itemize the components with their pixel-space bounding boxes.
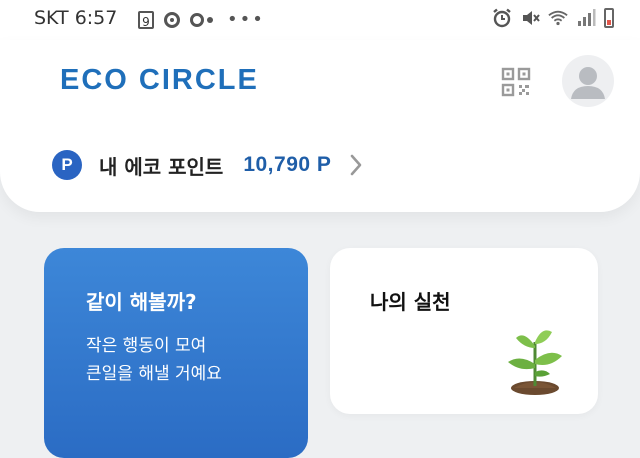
together-card[interactable]: 같이 해볼까? 작은 행동이 모여 큰일을 해낼 거예요 bbox=[44, 248, 308, 458]
points-value: 10,790 P bbox=[243, 153, 332, 176]
mute-icon bbox=[523, 11, 540, 25]
points-label: 내 에코 포인트 bbox=[99, 154, 224, 179]
status-bar: SKT 6:57 9 ••• bbox=[0, 0, 640, 40]
more-dots-icon: ••• bbox=[227, 9, 265, 30]
person-icon bbox=[571, 67, 605, 99]
link-icon bbox=[190, 12, 213, 27]
signal-icon bbox=[578, 9, 596, 26]
together-title: 같이 해볼까? bbox=[86, 290, 197, 314]
points-badge-icon: P bbox=[52, 150, 82, 180]
sprout-icon bbox=[508, 330, 562, 395]
my-practice-card[interactable]: 나의 실천 bbox=[330, 248, 598, 414]
battery-icon bbox=[604, 8, 614, 28]
qr-code-icon[interactable] bbox=[500, 66, 532, 98]
profile-avatar-button[interactable] bbox=[562, 55, 614, 107]
carrier-time: SKT 6:57 bbox=[34, 7, 118, 29]
header-card: ECO CIRCLE P 내 에코 포인트 10,790 P bbox=[0, 40, 640, 212]
chevron-right-icon bbox=[351, 154, 362, 176]
wifi-icon bbox=[548, 10, 568, 26]
alarm-icon bbox=[493, 8, 511, 28]
my-practice-title: 나의 실천 bbox=[370, 290, 451, 314]
numbered-badge-icon: 9 bbox=[138, 10, 154, 29]
together-description: 작은 행동이 모여 큰일을 해낼 거예요 bbox=[86, 336, 222, 384]
app-title: ECO CIRCLE bbox=[60, 64, 259, 96]
system-icons bbox=[492, 8, 614, 28]
eco-points-row[interactable]: P 내 에코 포인트 10,790 P bbox=[52, 149, 363, 181]
notification-icons: 9 ••• bbox=[138, 9, 265, 30]
sync-icon bbox=[164, 11, 180, 28]
